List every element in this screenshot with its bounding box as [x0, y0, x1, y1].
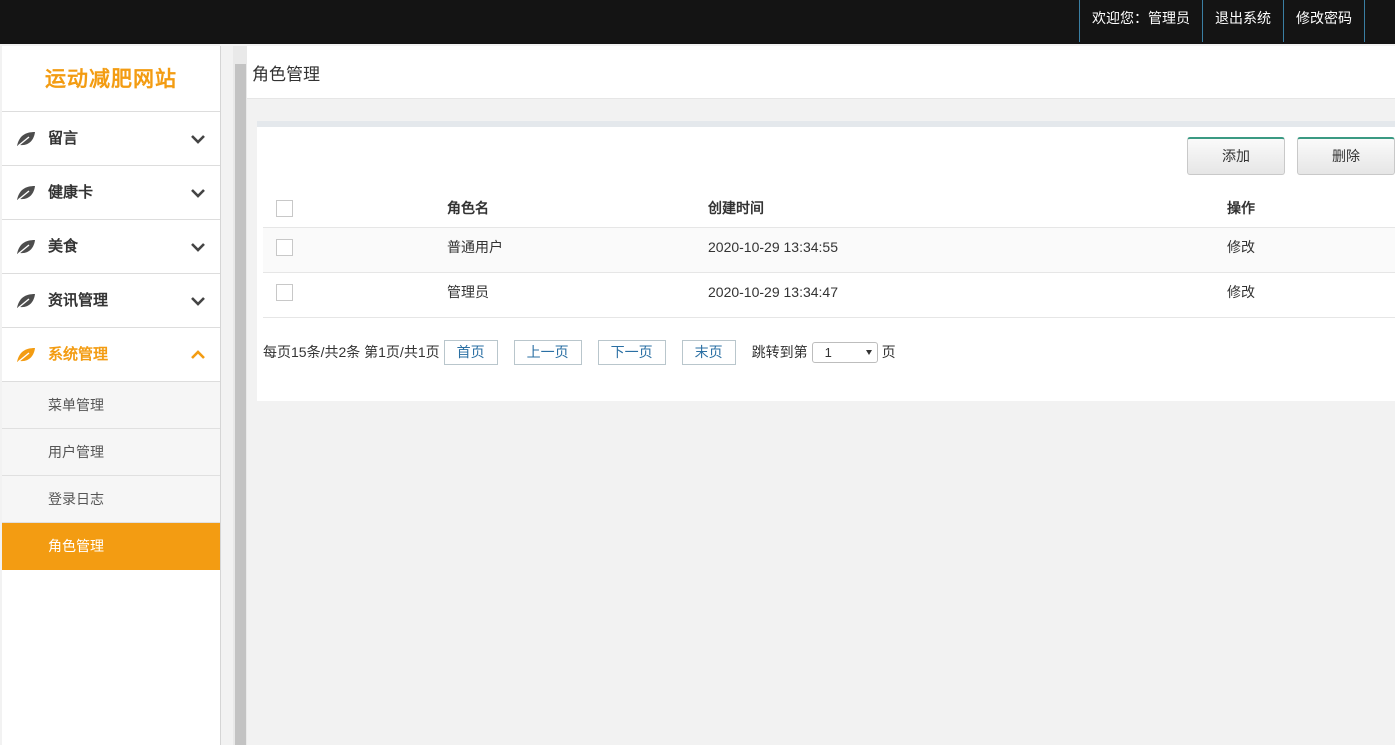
jump-label: 跳转到第 [751, 344, 808, 360]
sidebar-item-user-management[interactable]: 用户管理 [2, 429, 220, 476]
prev-page-button[interactable]: 上一页 [513, 339, 582, 365]
sidebar-group-label: 健康卡 [48, 184, 94, 201]
brand-title: 运动减肥网站 [2, 46, 220, 112]
leaf-icon [17, 294, 35, 309]
role-name: 普通用户 [447, 239, 503, 255]
page-select[interactable]: 1 [811, 341, 878, 363]
role-name: 管理员 [447, 284, 489, 300]
scrollbar-thumb[interactable] [235, 64, 246, 745]
leaf-icon [17, 186, 35, 201]
add-button[interactable]: 添加 [1187, 137, 1285, 175]
page-select-value: 1 [824, 344, 832, 360]
last-page-button[interactable]: 末页 [681, 339, 736, 365]
next-page-button[interactable]: 下一页 [597, 339, 666, 365]
chevron-down-icon [191, 297, 205, 306]
leaf-icon [17, 348, 35, 363]
created-time: 2020-10-29 13:34:47 [708, 284, 838, 300]
created-time: 2020-10-29 13:34:55 [708, 239, 838, 255]
sidebar: 运动减肥网站 留言 健康卡 美食 资讯管理 系统管理 菜单管理 用户管理 登录日… [2, 46, 221, 745]
sidebar-item-role-management[interactable]: 角色管理 [2, 523, 220, 570]
top-links: 欢迎您：管理员 退出系统 修改密码 [1079, 0, 1365, 42]
sidebar-group-label: 系统管理 [48, 346, 109, 363]
table-row: 普通用户 2020-10-29 13:34:55 修改 [263, 228, 1395, 273]
delete-button[interactable]: 删除 [1297, 137, 1395, 175]
sidebar-group-messages[interactable]: 留言 [2, 112, 220, 166]
column-header-name: 角色名 [447, 200, 489, 216]
table-header-row: 角色名 创建时间 操作 [263, 185, 1395, 228]
pager-summary: 每页15条/共2条 第1页/共1页 [263, 344, 440, 360]
sidebar-group-label: 留言 [48, 130, 79, 147]
chevron-down-icon [191, 135, 205, 144]
logout-link[interactable]: 退出系统 [1202, 0, 1283, 42]
first-page-button[interactable]: 首页 [443, 339, 498, 365]
edit-link[interactable]: 修改 [1227, 228, 1255, 266]
column-header-time: 创建时间 [708, 200, 764, 216]
chevron-down-icon [191, 243, 205, 252]
sidebar-group-health-card[interactable]: 健康卡 [2, 166, 220, 220]
page-unit: 页 [881, 344, 896, 360]
table-row: 管理员 2020-10-29 13:34:47 修改 [263, 273, 1395, 318]
sidebar-group-food[interactable]: 美食 [2, 220, 220, 274]
sidebar-group-label: 美食 [48, 238, 79, 255]
chevron-up-icon [191, 350, 205, 359]
sidebar-group-news[interactable]: 资讯管理 [2, 274, 220, 328]
chevron-down-icon [191, 189, 205, 198]
welcome-text: 欢迎您：管理员 [1079, 0, 1202, 42]
row-checkbox[interactable] [276, 239, 293, 256]
top-bar: 欢迎您：管理员 退出系统 修改密码 [0, 0, 1395, 44]
content-panel: 添加 删除 角色名 创建时间 操作 普通用户 2020-10-29 13:34:… [257, 121, 1395, 401]
sidebar-group-label: 资讯管理 [48, 292, 109, 309]
leaf-icon [17, 132, 35, 147]
scrollbar[interactable] [233, 46, 247, 745]
select-all-checkbox[interactable] [276, 200, 293, 217]
page-title: 角色管理 [252, 65, 320, 84]
leaf-icon [17, 240, 35, 255]
sidebar-item-menu-management[interactable]: 菜单管理 [2, 382, 220, 429]
edit-link[interactable]: 修改 [1227, 273, 1255, 311]
change-password-link[interactable]: 修改密码 [1283, 0, 1365, 42]
page-header: 角色管理 [247, 46, 1395, 99]
row-checkbox[interactable] [276, 284, 293, 301]
sidebar-group-system[interactable]: 系统管理 [2, 328, 220, 382]
role-table: 角色名 创建时间 操作 普通用户 2020-10-29 13:34:55 修改 … [263, 185, 1395, 318]
sidebar-item-login-log[interactable]: 登录日志 [2, 476, 220, 523]
column-header-op: 操作 [1227, 200, 1255, 216]
dropdown-arrow-icon [865, 349, 872, 355]
pagination: 每页15条/共2条 第1页/共1页 首页 上一页 下一页 末页 跳转到第 1 页 [263, 339, 896, 365]
